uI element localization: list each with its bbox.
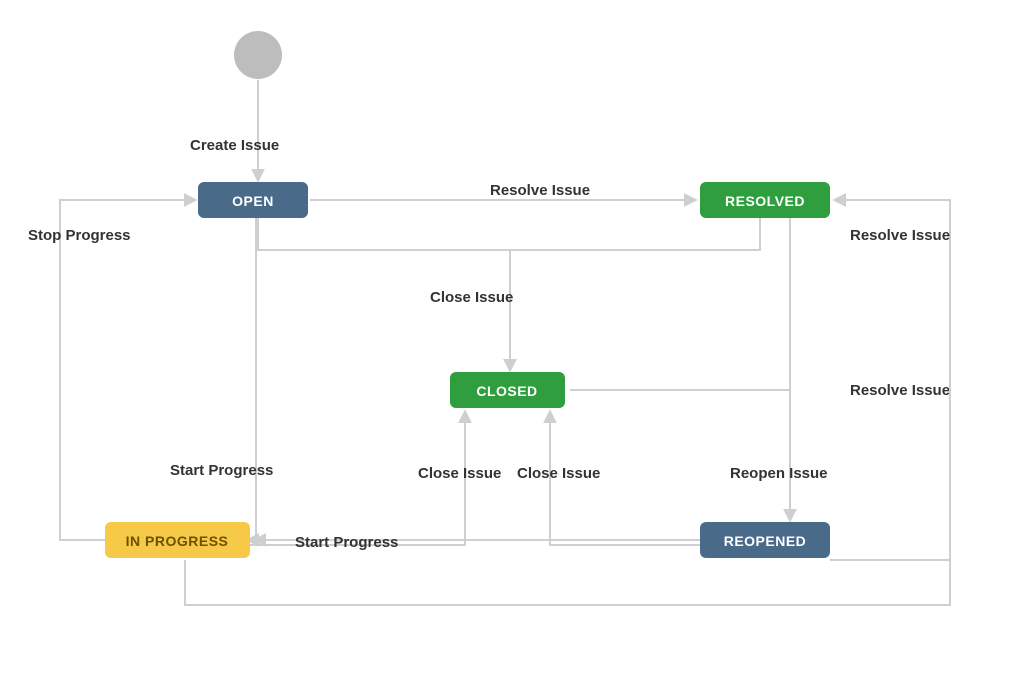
edge-label-close-issue-top: Close Issue — [430, 289, 513, 306]
edge-reopened-resolve: Resolve Issue — [830, 200, 950, 560]
edge-label-open-resolve: Resolve Issue — [490, 182, 590, 199]
node-resolved: RESOLVED — [700, 182, 830, 218]
node-in-progress: IN PROGRESS — [105, 522, 250, 558]
edge-inprogress-close: Close Issue — [250, 412, 501, 545]
edge-label-close-issue-left: Close Issue — [418, 465, 501, 482]
node-label-in-progress: IN PROGRESS — [126, 533, 229, 549]
edge-open-start-progress: Start Progress — [170, 218, 273, 540]
edge-label-stop-progress: Stop Progress — [28, 227, 131, 244]
edge-stop-progress: Stop Progress — [28, 200, 195, 540]
edge-reopened-close: Close Issue — [517, 412, 700, 545]
workflow-diagram: Create Issue Resolve Issue Close Issue S… — [0, 0, 1024, 689]
edge-resolved-reopen: Reopen Issue — [730, 218, 828, 520]
node-reopened: REOPENED — [700, 522, 830, 558]
edge-create-issue: Create Issue — [190, 80, 279, 180]
edge-label-close-issue-right: Close Issue — [517, 465, 600, 482]
edge-label-resolve-issue-mid: Resolve Issue — [850, 382, 950, 399]
edge-label-start-progress-mid: Start Progress — [295, 534, 398, 551]
node-start — [234, 31, 282, 79]
edge-closed-right: Resolve Issue — [570, 382, 950, 399]
node-label-resolved: RESOLVED — [725, 193, 805, 209]
edge-label-resolve-issue-right: Resolve Issue — [850, 227, 950, 244]
edge-label-reopen-issue: Reopen Issue — [730, 465, 828, 482]
edge-inprogress-resolve — [185, 560, 950, 605]
node-closed: CLOSED — [450, 372, 565, 408]
edge-label-start-progress-left: Start Progress — [170, 462, 273, 479]
edge-open-resolve: Resolve Issue — [310, 182, 695, 200]
node-label-reopened: REOPENED — [724, 533, 807, 549]
node-open: OPEN — [198, 182, 308, 218]
edge-label-create-issue: Create Issue — [190, 137, 279, 154]
edge-resolved-close-branch — [510, 218, 760, 250]
node-label-closed: CLOSED — [476, 383, 537, 399]
edge-reopened-start-progress: Start Progress — [255, 534, 700, 551]
node-label-open: OPEN — [232, 193, 274, 209]
